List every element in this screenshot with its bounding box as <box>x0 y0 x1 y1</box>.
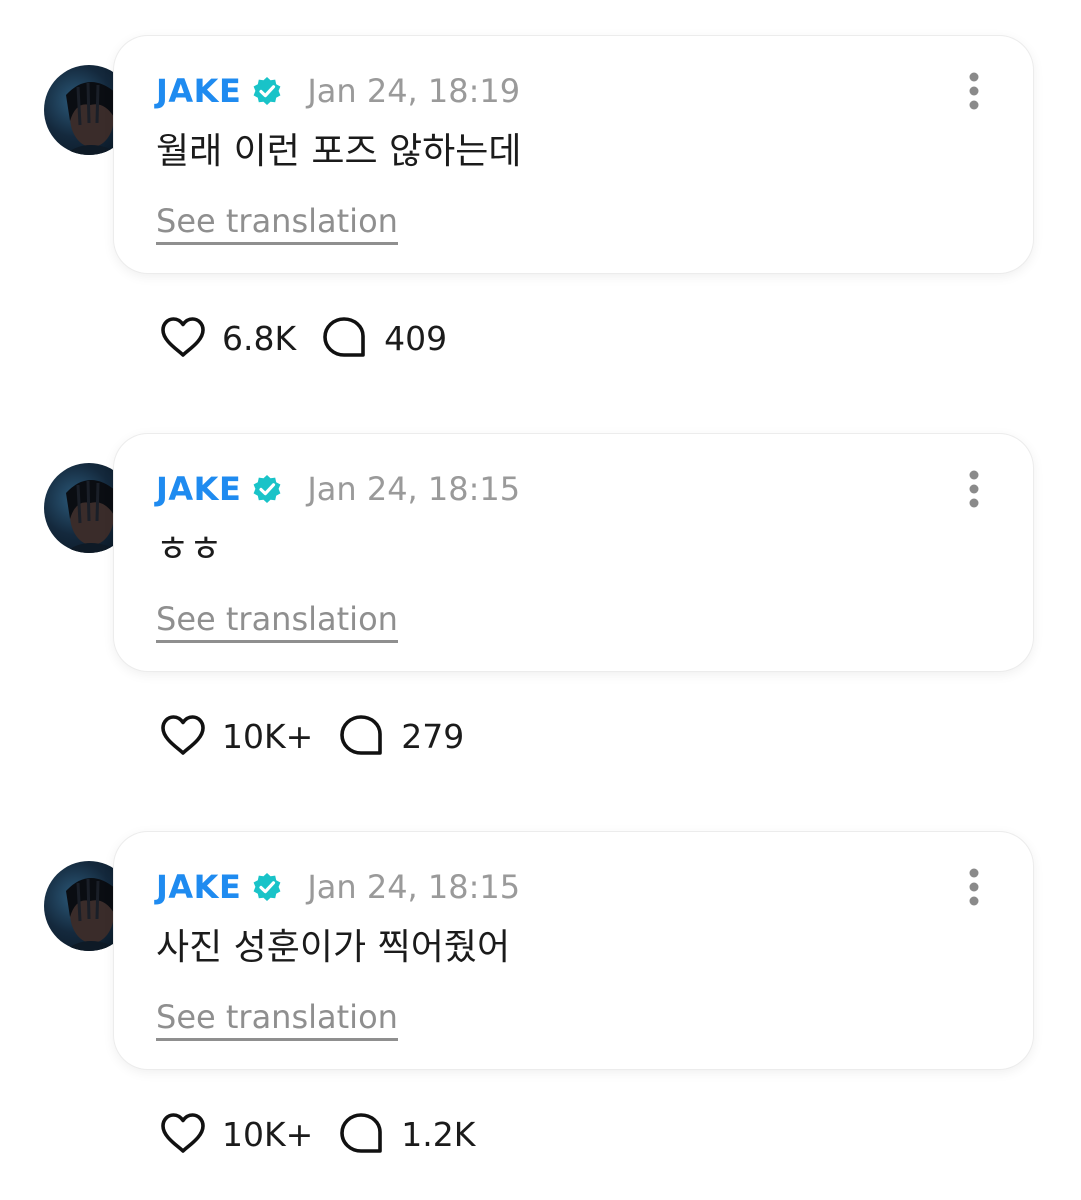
comment-header: JAKE Jan 24, 18:19 <box>156 70 520 112</box>
comment-text: ㅎㅎ <box>156 529 223 570</box>
comment-card: JAKE Jan 24, 18:15 ㅎㅎ See translation <box>114 434 1033 671</box>
comment-card: JAKE Jan 24, 18:19 월래 이런 포즈 않하는데 See tra… <box>114 36 1033 273</box>
comment-timestamp: Jan 24, 18:15 <box>307 868 521 906</box>
like-count: 10K+ <box>222 1114 314 1154</box>
verified-badge-icon <box>253 77 281 105</box>
comment-text: 사진 성훈이가 찍어줬어 <box>156 927 511 968</box>
comment-bubble-icon[interactable] <box>337 711 387 761</box>
comment-timestamp: Jan 24, 18:15 <box>307 470 521 508</box>
post: JAKE Jan 24, 18:15 ㅎㅎ See translation 10… <box>0 398 1081 796</box>
see-translation-link[interactable]: See translation <box>156 998 398 1041</box>
post: JAKE Jan 24, 18:19 월래 이런 포즈 않하는데 See tra… <box>0 0 1081 398</box>
comment-stats: 10K+ 1.2K <box>158 1109 499 1159</box>
author-name[interactable]: JAKE <box>156 470 241 508</box>
more-vertical-icon[interactable] <box>967 868 981 906</box>
heart-icon[interactable] <box>158 313 208 363</box>
verified-badge-icon <box>253 873 281 901</box>
more-vertical-icon[interactable] <box>967 470 981 508</box>
comment-bubble-icon[interactable] <box>337 1109 387 1159</box>
comment-card: JAKE Jan 24, 18:15 사진 성훈이가 찍어줬어 See tran… <box>114 832 1033 1069</box>
more-vertical-icon[interactable] <box>967 72 981 110</box>
comment-bubble-icon[interactable] <box>320 313 370 363</box>
like-count: 6.8K <box>222 318 297 358</box>
like-count: 10K+ <box>222 716 314 756</box>
author-name[interactable]: JAKE <box>156 72 241 110</box>
verified-badge-icon <box>253 475 281 503</box>
author-name[interactable]: JAKE <box>156 868 241 906</box>
comment-text: 월래 이런 포즈 않하는데 <box>156 131 522 172</box>
comment-header: JAKE Jan 24, 18:15 <box>156 866 520 908</box>
post: JAKE Jan 24, 18:15 사진 성훈이가 찍어줬어 See tran… <box>0 796 1081 1194</box>
comment-stats: 10K+ 279 <box>158 711 488 761</box>
comment-header: JAKE Jan 24, 18:15 <box>156 468 520 510</box>
see-translation-link[interactable]: See translation <box>156 600 398 643</box>
see-translation-link[interactable]: See translation <box>156 202 398 245</box>
comment-count: 1.2K <box>401 1114 476 1154</box>
heart-icon[interactable] <box>158 1109 208 1159</box>
comment-timestamp: Jan 24, 18:19 <box>307 72 521 110</box>
comment-stats: 6.8K 409 <box>158 313 471 363</box>
comment-count: 279 <box>401 716 465 756</box>
comment-count: 409 <box>384 318 448 358</box>
heart-icon[interactable] <box>158 711 208 761</box>
